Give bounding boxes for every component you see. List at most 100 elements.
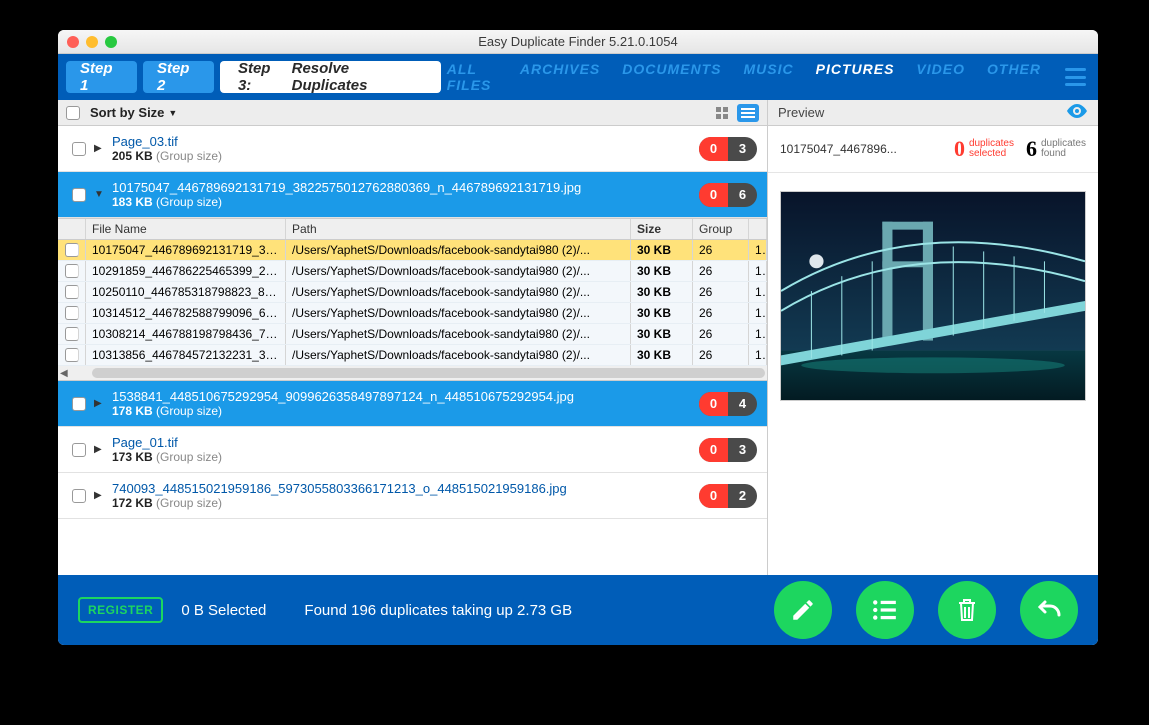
row-checkbox[interactable] — [65, 348, 79, 362]
cell-size: 30 KB — [631, 261, 693, 281]
horizontal-scrollbar[interactable]: ◀ — [58, 366, 767, 380]
preview-panel: Preview 10175047_4467896... 0 duplicates… — [768, 100, 1098, 575]
tab-step1[interactable]: Step 1 — [66, 61, 137, 93]
stat-duplicates-selected: 0 duplicatesselected — [954, 136, 1014, 162]
row-checkbox[interactable] — [65, 264, 79, 278]
group-filename: Page_01.tif — [112, 435, 672, 450]
cell-path: /Users/YaphetS/Downloads/facebook-sandyt… — [286, 240, 631, 260]
action-buttons — [774, 581, 1078, 639]
col-group[interactable]: Group — [693, 219, 749, 239]
row-checkbox[interactable] — [65, 285, 79, 299]
grid-view-button[interactable] — [711, 104, 733, 122]
group-filename: 1538841_448510675292954_9099626358497897… — [112, 389, 672, 404]
category-tab-video[interactable]: VIDEO — [916, 61, 965, 93]
disclosure-icon[interactable]: ▶ — [94, 444, 104, 455]
group-filename: 10175047_446789692131719_382257501276288… — [112, 180, 672, 195]
category-tabs: ALL FILES ARCHIVES DOCUMENTS MUSIC PICTURES V… — [447, 61, 1041, 93]
disclosure-icon[interactable]: ▶ — [94, 398, 104, 409]
col-path[interactable]: Path — [286, 219, 631, 239]
cell-group: 26 — [693, 240, 749, 260]
group-size-label: (Group size) — [156, 195, 222, 209]
group-row[interactable]: ▼ 10175047_446789692131719_38225750127628… — [58, 172, 767, 218]
category-tab-pictures[interactable]: PICTURES — [816, 61, 895, 93]
bottom-bar: REGISTER 0 B Selected Found 196 duplicat… — [58, 575, 1098, 645]
group-size-label: (Group size) — [156, 496, 222, 510]
table-row[interactable]: 10313856_446784572132231_3659.../Users/Y… — [58, 345, 767, 366]
category-tab-music[interactable]: MUSIC — [744, 61, 794, 93]
group-row[interactable]: ▶ 1538841_448510675292954_909962635849789… — [58, 381, 767, 427]
row-checkbox[interactable] — [65, 327, 79, 341]
cell-group: 26 — [693, 345, 749, 365]
cell-group: 26 — [693, 303, 749, 323]
app-window: Easy Duplicate Finder 5.21.0.1054 Step 1… — [58, 30, 1098, 645]
register-button[interactable]: REGISTER — [78, 597, 163, 623]
preview-stats: 10175047_4467896... 0 duplicatesselected… — [768, 126, 1098, 173]
group-size-label: (Group size) — [156, 404, 222, 418]
preview-toggle-icon[interactable] — [1066, 104, 1088, 121]
group-row[interactable]: ▶Page_01.tif173 KB (Group size)03 — [58, 427, 767, 473]
row-checkbox[interactable] — [65, 243, 79, 257]
select-all-checkbox[interactable] — [66, 106, 80, 120]
cell-extra: 1 — [749, 345, 767, 365]
table-row[interactable]: 10314512_446782588799096_6518.../Users/Y… — [58, 303, 767, 324]
category-tab-other[interactable]: OTHER — [987, 61, 1041, 93]
delete-button[interactable] — [938, 581, 996, 639]
preview-label: Preview — [778, 105, 824, 120]
group-checkbox[interactable] — [72, 489, 86, 503]
undo-button[interactable] — [1020, 581, 1078, 639]
tab-step3[interactable]: Step 3: Resolve Duplicates — [220, 61, 441, 93]
group-checkbox[interactable] — [72, 397, 86, 411]
pill-selected: 0 — [699, 484, 728, 508]
row-checkbox[interactable] — [65, 306, 79, 320]
sort-dropdown[interactable]: Sort by Size — [90, 105, 177, 120]
cell-filename: 10313856_446784572132231_3659... — [86, 345, 286, 365]
list-button[interactable] — [856, 581, 914, 639]
group-count-pill: 02 — [699, 484, 757, 508]
preview-header: Preview — [768, 100, 1098, 126]
list-view-button[interactable] — [737, 104, 759, 122]
cell-size: 30 KB — [631, 240, 693, 260]
group-size: 178 KB — [112, 404, 153, 418]
disclosure-icon[interactable]: ▶ — [94, 490, 104, 501]
col-size[interactable]: Size — [631, 219, 693, 239]
cell-filename: 10250110_446785318798823_8267... — [86, 282, 286, 302]
disclosure-icon[interactable]: ▶ — [94, 143, 104, 154]
stat-duplicates-found: 6 duplicatesfound — [1026, 136, 1086, 162]
cell-path: /Users/YaphetS/Downloads/facebook-sandyt… — [286, 282, 631, 302]
table-row[interactable]: 10175047_446789692131719_3822.../Users/Y… — [58, 240, 767, 261]
category-tab-documents[interactable]: DOCUMENTS — [622, 61, 721, 93]
window-title: Easy Duplicate Finder 5.21.0.1054 — [58, 34, 1098, 49]
preview-filename: 10175047_4467896... — [780, 142, 942, 156]
pill-total: 6 — [728, 183, 757, 207]
group-checkbox[interactable] — [72, 188, 86, 202]
group-list: ▶Page_03.tif205 KB (Group size)03 ▼ 101750… — [58, 126, 767, 575]
preview-image — [780, 191, 1086, 401]
category-tab-all-files[interactable]: ALL FILES — [447, 61, 498, 93]
group-checkbox[interactable] — [72, 142, 86, 156]
disclosure-icon[interactable]: ▼ — [94, 189, 104, 200]
found-info: Found 196 duplicates taking up 2.73 GB — [304, 602, 572, 619]
pill-selected: 0 — [699, 137, 728, 161]
group-size: 205 KB — [112, 149, 153, 163]
pill-selected: 0 — [699, 438, 728, 462]
table-row[interactable]: 10291859_446786225465399_2003.../Users/Y… — [58, 261, 767, 282]
table-row[interactable]: 10250110_446785318798823_8267.../Users/Y… — [58, 282, 767, 303]
group-row[interactable]: ▶Page_03.tif205 KB (Group size)03 — [58, 126, 767, 172]
cell-size: 30 KB — [631, 303, 693, 323]
category-tab-archives[interactable]: ARCHIVES — [520, 61, 600, 93]
group-size: 172 KB — [112, 496, 153, 510]
menu-icon[interactable] — [1065, 68, 1086, 86]
pill-selected: 0 — [699, 392, 728, 416]
edit-button[interactable] — [774, 581, 832, 639]
group-size: 173 KB — [112, 450, 153, 464]
group-row[interactable]: ▶740093_448515021959186_5973055803366171… — [58, 473, 767, 519]
tab-step2[interactable]: Step 2 — [143, 61, 214, 93]
cell-extra: 1 — [749, 282, 767, 302]
group-checkbox[interactable] — [72, 443, 86, 457]
group-count-pill: 04 — [699, 392, 757, 416]
table-row[interactable]: 10308214_446788198798436_7629.../Users/Y… — [58, 324, 767, 345]
cell-extra: 1 — [749, 324, 767, 344]
col-filename[interactable]: File Name — [86, 219, 286, 239]
pill-selected: 0 — [699, 183, 728, 207]
cell-filename: 10314512_446782588799096_6518... — [86, 303, 286, 323]
